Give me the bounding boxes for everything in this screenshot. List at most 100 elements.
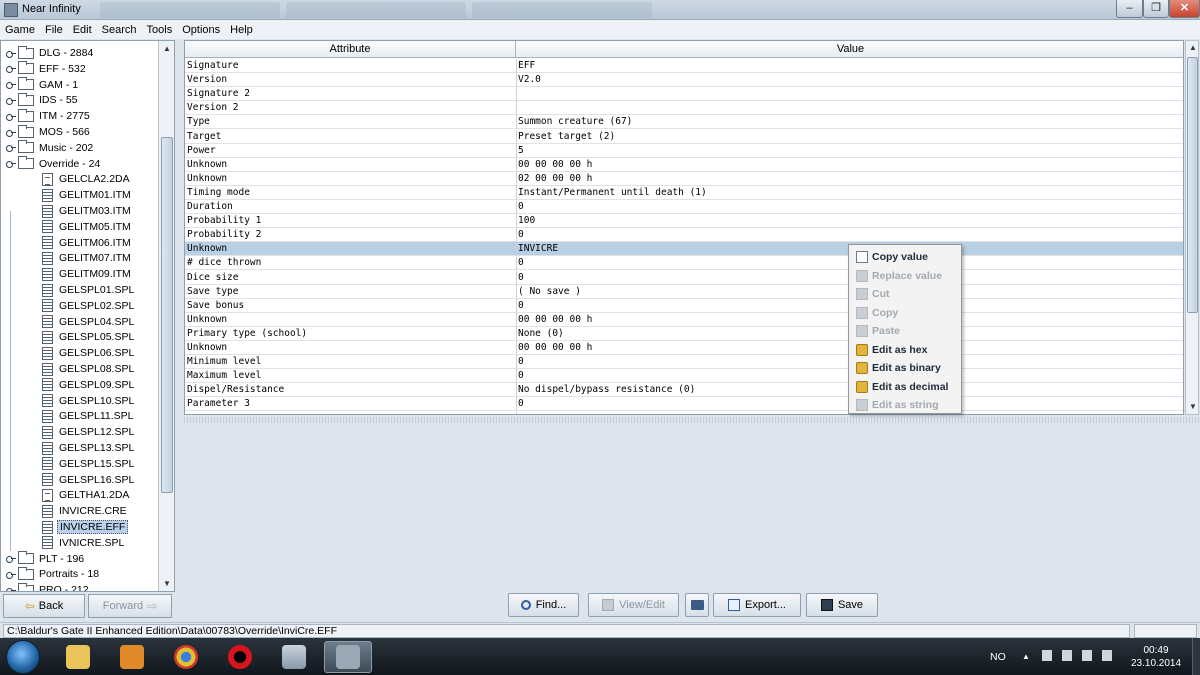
table-row[interactable]: Target Preset target (2) — [185, 129, 1183, 144]
tree-file[interactable]: GELSPL01.SPL — [42, 282, 136, 298]
taskbar-opera[interactable] — [216, 641, 264, 673]
tree-folder[interactable]: IDS - 55 — [6, 92, 80, 108]
table-row[interactable]: # dice thrown 0 — [185, 256, 1183, 271]
expand-toggle-icon[interactable] — [6, 64, 16, 74]
tree-folder[interactable]: Music - 202 — [6, 140, 95, 156]
minimize-button[interactable]: – — [1116, 0, 1143, 18]
table-row[interactable]: Signature EFF — [185, 59, 1183, 73]
tree-file[interactable]: GELITM07.ITM — [42, 250, 133, 266]
language-indicator[interactable]: NO — [990, 651, 1006, 663]
expand-toggle-icon[interactable] — [6, 570, 16, 579]
close-button[interactable]: ✕ — [1169, 0, 1200, 18]
taskbar-calculator[interactable] — [270, 641, 318, 673]
tree-folder[interactable]: ITM - 2775 — [6, 108, 92, 124]
expand-toggle-icon[interactable] — [6, 80, 16, 90]
tree-file[interactable]: INVICRE.CRE — [42, 503, 129, 519]
tree-file[interactable]: GELSPL13.SPL — [42, 440, 136, 456]
context-menu-item[interactable]: Edit as string — [851, 396, 959, 414]
maximize-button[interactable]: ❐ — [1143, 0, 1169, 18]
expand-toggle-icon[interactable] — [6, 159, 16, 169]
table-row[interactable]: Parameter 40 — [185, 411, 1183, 414]
table-row[interactable]: Probability 1 100 — [185, 214, 1183, 229]
table-row[interactable]: Maximum level 0 — [185, 369, 1183, 384]
table-row[interactable]: Version V2.0 — [185, 73, 1183, 88]
table-row[interactable]: Unknown 00 00 00 00 h — [185, 157, 1183, 172]
expand-toggle-icon[interactable] — [6, 143, 16, 153]
tree-file[interactable]: GELITM06.ITM — [42, 235, 133, 251]
expand-toggle-icon[interactable] — [6, 554, 16, 564]
tree-file[interactable]: GELCLA2.2DA — [42, 171, 132, 187]
menu-options[interactable]: Options — [177, 24, 225, 36]
taskbar-chrome[interactable] — [162, 641, 210, 673]
tree-file[interactable]: IVNICRE.SPL — [42, 535, 126, 551]
table-scroll-up-icon[interactable]: ▲ — [1187, 42, 1199, 53]
table-row[interactable]: Unknown 00 00 00 00 h — [185, 312, 1183, 327]
table-row[interactable]: Timing mode Instant/Permanent until death… — [185, 185, 1183, 200]
table-row[interactable]: Save bonus 0 — [185, 298, 1183, 313]
tree-file[interactable]: GELSPL15.SPL — [42, 456, 136, 472]
column-header-attribute[interactable]: Attribute — [185, 41, 516, 57]
print-button[interactable] — [685, 593, 709, 617]
save-button[interactable]: Save — [806, 593, 878, 617]
table-row[interactable]: Minimum level 0 — [185, 355, 1183, 370]
table-row[interactable]: Probability 2 0 — [185, 228, 1183, 243]
tree-file[interactable]: GELSPL16.SPL — [42, 472, 136, 488]
tree-file[interactable]: GELSPL12.SPL — [42, 424, 136, 440]
table-row[interactable]: Signature 2 — [185, 87, 1183, 102]
split-divider[interactable] — [184, 417, 1200, 423]
context-menu-item[interactable]: Copy value — [851, 248, 959, 266]
start-button[interactable] — [6, 640, 40, 674]
expand-toggle-icon[interactable] — [6, 586, 16, 591]
table-row[interactable]: Save type( No save ) — [185, 284, 1183, 299]
table-row[interactable]: Version 2 — [185, 101, 1183, 116]
tree-file[interactable]: GELSPL08.SPL — [42, 361, 136, 377]
context-menu-item[interactable]: Replace value — [851, 267, 959, 285]
context-menu-item[interactable]: Edit as decimal — [851, 378, 959, 396]
tree-file[interactable]: GELITM05.ITM — [42, 219, 133, 235]
tree-folder[interactable]: DLG - 2884 — [6, 45, 95, 61]
tree-folder[interactable]: Override - 24 — [6, 156, 102, 172]
taskbar-near-infinity[interactable] — [324, 641, 372, 673]
table-row[interactable]: Duration 0 — [185, 200, 1183, 214]
back-button[interactable]: ⇦ Back — [3, 594, 85, 618]
tree-folder[interactable]: GAM - 1 — [6, 77, 80, 93]
signal-icon[interactable] — [1082, 650, 1092, 661]
tree-folder[interactable]: PLT - 196 — [6, 551, 86, 567]
tree-file[interactable]: GELITM03.ITM — [42, 203, 133, 219]
expand-toggle-icon[interactable] — [6, 49, 16, 58]
tree-folder[interactable]: Portraits - 18 — [6, 566, 101, 582]
table-row[interactable]: Type Summon creature (67) — [185, 115, 1183, 130]
context-menu-item[interactable]: Cut — [851, 285, 959, 303]
table-row[interactable]: Dice size 0 — [185, 270, 1183, 285]
context-menu-item[interactable]: Paste — [851, 322, 959, 340]
tree-scrollbar[interactable]: ▲ ▼ — [158, 41, 174, 591]
column-header-value[interactable]: Value — [516, 41, 1183, 57]
table-row[interactable]: Parameter 30 — [185, 397, 1183, 412]
volume-icon[interactable] — [1102, 650, 1112, 661]
show-desktop-button[interactable] — [1192, 638, 1200, 675]
tree-file[interactable]: GELSPL10.SPL — [42, 393, 136, 409]
tree-file[interactable]: GELSPL05.SPL — [42, 329, 136, 345]
table-row[interactable]: Primary type (school) None (0) — [185, 326, 1183, 341]
expand-toggle-icon[interactable] — [6, 112, 16, 121]
menu-help[interactable]: Help — [225, 24, 258, 36]
menu-edit[interactable]: Edit — [68, 24, 97, 36]
tree-folder[interactable]: EFF - 532 — [6, 61, 88, 77]
show-hidden-icons-icon[interactable]: ▲ — [1022, 652, 1030, 661]
menu-search[interactable]: Search — [97, 24, 142, 36]
resource-tree[interactable]: DLG - 2884 EFF - 532 GAM - 1 IDS - 55 ITM - … — [0, 40, 175, 592]
tree-file[interactable]: GELSPL06.SPL — [42, 345, 136, 361]
table-row[interactable]: Unknown INVICRE — [185, 242, 1183, 257]
tree-folder[interactable]: MOS - 566 — [6, 124, 92, 140]
clock[interactable]: 00:49 23.10.2014 — [1131, 644, 1181, 670]
table-scrollbar[interactable]: ▲ ▼ — [1185, 40, 1199, 415]
scroll-up-arrow-icon[interactable]: ▲ — [161, 43, 173, 54]
tree-file[interactable]: GELITM01.ITM — [42, 187, 133, 203]
table-row[interactable]: Power 5 — [185, 143, 1183, 158]
tree-file[interactable]: GELSPL02.SPL — [42, 298, 136, 314]
tree-scroll-thumb[interactable] — [161, 137, 173, 493]
attribute-table[interactable]: Attribute Value Signature EFF Version V2.0 S… — [184, 40, 1184, 415]
network-icon[interactable] — [1062, 650, 1072, 661]
tree-file[interactable]: GELITM09.ITM — [42, 266, 133, 282]
menu-game[interactable]: Game — [0, 24, 40, 36]
